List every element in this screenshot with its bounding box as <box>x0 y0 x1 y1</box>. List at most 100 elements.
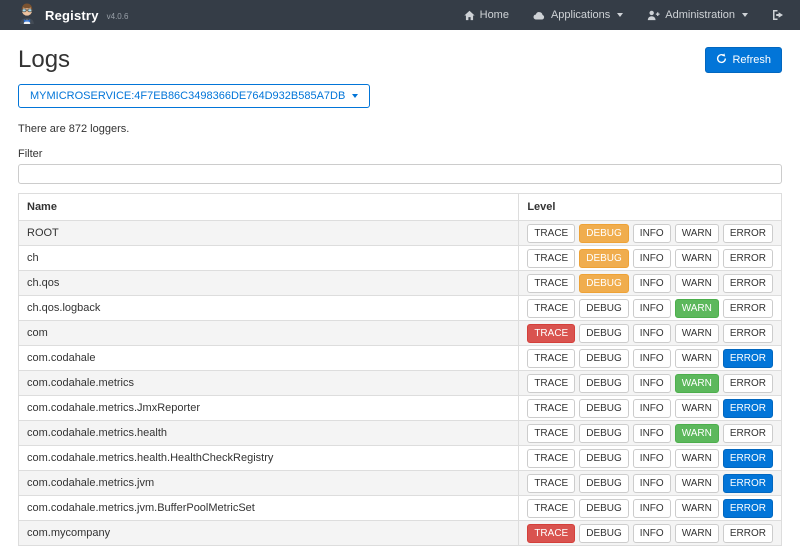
chevron-down-icon <box>742 13 748 17</box>
logger-row: com.codahaleTRACEDEBUGINFOWARNERROR <box>19 346 782 371</box>
level-button-debug[interactable]: DEBUG <box>579 349 629 368</box>
level-button-trace[interactable]: TRACE <box>527 349 575 368</box>
level-button-debug[interactable]: DEBUG <box>579 424 629 443</box>
level-button-error[interactable]: ERROR <box>723 474 773 493</box>
level-button-trace[interactable]: TRACE <box>527 399 575 418</box>
loggers-table: Name Level ROOTTRACEDEBUGINFOWARNERRORch… <box>18 193 782 546</box>
level-button-error[interactable]: ERROR <box>723 299 773 318</box>
level-button-group: TRACEDEBUGINFOWARNERROR <box>527 374 773 393</box>
level-button-debug[interactable]: DEBUG <box>579 474 629 493</box>
level-button-info[interactable]: INFO <box>633 224 671 243</box>
level-button-info[interactable]: INFO <box>633 524 671 543</box>
refresh-button[interactable]: Refresh <box>705 47 782 73</box>
level-button-error[interactable]: ERROR <box>723 499 773 518</box>
level-button-debug[interactable]: DEBUG <box>579 299 629 318</box>
level-button-trace[interactable]: TRACE <box>527 274 575 293</box>
level-button-error[interactable]: ERROR <box>723 424 773 443</box>
level-button-trace[interactable]: TRACE <box>527 449 575 468</box>
hipster-avatar-logo <box>16 2 38 29</box>
logger-level-cell: TRACEDEBUGINFOWARNERROR <box>519 246 782 271</box>
level-button-error[interactable]: ERROR <box>723 249 773 268</box>
level-button-trace[interactable]: TRACE <box>527 474 575 493</box>
service-selector-label: MYMICROSERVICE:4F7EB86C3498366DE764D932B… <box>30 90 345 102</box>
level-button-warn[interactable]: WARN <box>675 499 719 518</box>
sign-out-button[interactable] <box>772 9 784 21</box>
level-button-info[interactable]: INFO <box>633 399 671 418</box>
level-button-info[interactable]: INFO <box>633 349 671 368</box>
level-button-warn[interactable]: WARN <box>675 249 719 268</box>
brand[interactable]: Registry v4.0.6 <box>16 2 128 29</box>
level-button-error[interactable]: ERROR <box>723 524 773 543</box>
level-button-error[interactable]: ERROR <box>723 374 773 393</box>
table-header-row: Name Level <box>19 194 782 221</box>
level-button-info[interactable]: INFO <box>633 449 671 468</box>
level-button-info[interactable]: INFO <box>633 324 671 343</box>
logger-row: comTRACEDEBUGINFOWARNERROR <box>19 321 782 346</box>
level-button-debug[interactable]: DEBUG <box>579 374 629 393</box>
level-button-info[interactable]: INFO <box>633 474 671 493</box>
logger-row: com.codahale.metrics.health.HealthCheckR… <box>19 446 782 471</box>
level-button-warn[interactable]: WARN <box>675 374 719 393</box>
level-button-error[interactable]: ERROR <box>723 274 773 293</box>
level-button-error[interactable]: ERROR <box>723 449 773 468</box>
logger-level-cell: TRACEDEBUGINFOWARNERROR <box>519 321 782 346</box>
level-button-info[interactable]: INFO <box>633 374 671 393</box>
navbar: Registry v4.0.6 Home Applications <box>0 0 800 30</box>
logger-name: com.mycompany <box>19 521 519 546</box>
level-button-trace[interactable]: TRACE <box>527 324 575 343</box>
level-button-debug[interactable]: DEBUG <box>579 324 629 343</box>
level-button-warn[interactable]: WARN <box>675 524 719 543</box>
level-button-group: TRACEDEBUGINFOWARNERROR <box>527 499 773 518</box>
level-button-error[interactable]: ERROR <box>723 349 773 368</box>
level-button-debug[interactable]: DEBUG <box>579 524 629 543</box>
logger-row: com.codahale.metricsTRACEDEBUGINFOWARNER… <box>19 371 782 396</box>
level-button-debug[interactable]: DEBUG <box>579 249 629 268</box>
logger-name: ch.qos.logback <box>19 296 519 321</box>
level-button-trace[interactable]: TRACE <box>527 299 575 318</box>
level-button-debug[interactable]: DEBUG <box>579 399 629 418</box>
level-button-info[interactable]: INFO <box>633 424 671 443</box>
nav-item-administration[interactable]: Administration <box>647 9 748 21</box>
level-button-error[interactable]: ERROR <box>723 399 773 418</box>
level-button-warn[interactable]: WARN <box>675 424 719 443</box>
nav-item-applications[interactable]: Applications <box>533 9 623 21</box>
level-button-warn[interactable]: WARN <box>675 324 719 343</box>
level-button-warn[interactable]: WARN <box>675 399 719 418</box>
logger-name: com.codahale.metrics.JmxReporter <box>19 396 519 421</box>
logger-row: chTRACEDEBUGINFOWARNERROR <box>19 246 782 271</box>
level-button-info[interactable]: INFO <box>633 299 671 318</box>
level-button-warn[interactable]: WARN <box>675 349 719 368</box>
level-button-trace[interactable]: TRACE <box>527 374 575 393</box>
nav-menu: Home Applications Administration <box>464 9 784 21</box>
level-button-warn[interactable]: WARN <box>675 449 719 468</box>
level-button-trace[interactable]: TRACE <box>527 224 575 243</box>
level-button-warn[interactable]: WARN <box>675 274 719 293</box>
level-button-error[interactable]: ERROR <box>723 224 773 243</box>
filter-input[interactable] <box>18 164 782 184</box>
level-button-info[interactable]: INFO <box>633 249 671 268</box>
level-button-debug[interactable]: DEBUG <box>579 499 629 518</box>
home-icon <box>464 10 475 21</box>
logger-row: ROOTTRACEDEBUGINFOWARNERROR <box>19 221 782 246</box>
level-button-warn[interactable]: WARN <box>675 299 719 318</box>
level-button-warn[interactable]: WARN <box>675 474 719 493</box>
column-header-name: Name <box>19 194 519 221</box>
logger-level-cell: TRACEDEBUGINFOWARNERROR <box>519 371 782 396</box>
level-button-info[interactable]: INFO <box>633 274 671 293</box>
level-button-group: TRACEDEBUGINFOWARNERROR <box>527 449 773 468</box>
level-button-debug[interactable]: DEBUG <box>579 449 629 468</box>
level-button-trace[interactable]: TRACE <box>527 524 575 543</box>
level-button-debug[interactable]: DEBUG <box>579 274 629 293</box>
nav-item-home[interactable]: Home <box>464 9 509 21</box>
level-button-trace[interactable]: TRACE <box>527 424 575 443</box>
level-button-error[interactable]: ERROR <box>723 324 773 343</box>
level-button-trace[interactable]: TRACE <box>527 499 575 518</box>
level-button-warn[interactable]: WARN <box>675 224 719 243</box>
logger-level-cell: TRACEDEBUGINFOWARNERROR <box>519 296 782 321</box>
level-button-debug[interactable]: DEBUG <box>579 224 629 243</box>
logger-level-cell: TRACEDEBUGINFOWARNERROR <box>519 446 782 471</box>
level-button-trace[interactable]: TRACE <box>527 249 575 268</box>
cloud-icon <box>533 10 546 21</box>
service-selector-dropdown[interactable]: MYMICROSERVICE:4F7EB86C3498366DE764D932B… <box>18 84 370 108</box>
level-button-info[interactable]: INFO <box>633 499 671 518</box>
